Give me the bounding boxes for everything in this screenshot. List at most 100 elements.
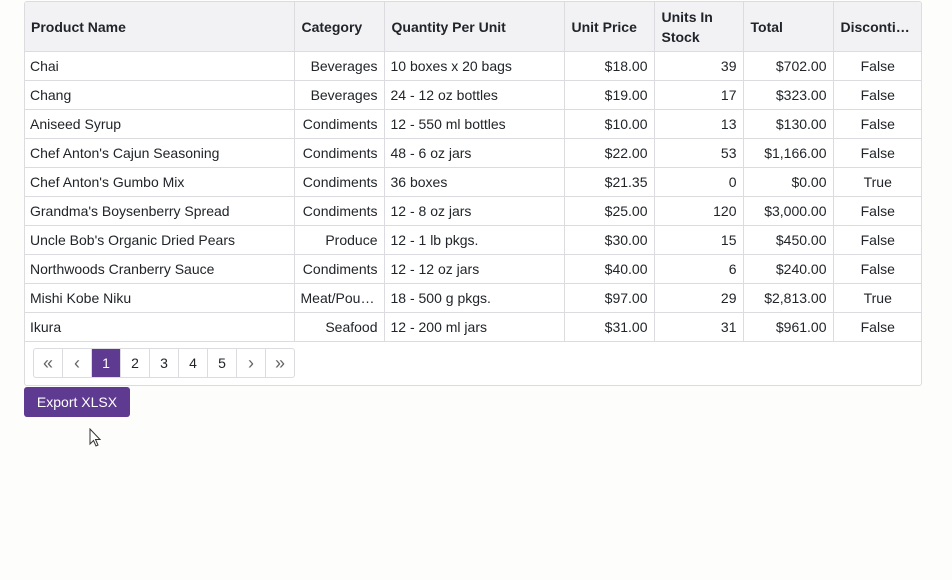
first-page-button[interactable]: « xyxy=(34,349,63,377)
cell-product-name: Uncle Bob's Organic Dried Pears xyxy=(25,225,295,255)
cell-unit-price: $18.00 xyxy=(564,51,655,81)
cell-unit-price: $40.00 xyxy=(564,254,655,284)
cell-quantity-per-unit: 12 - 12 oz jars xyxy=(384,254,565,284)
export-xlsx-button[interactable]: Export XLSX xyxy=(24,387,130,417)
cell-unit-price: $25.00 xyxy=(564,196,655,226)
pager: « ‹ 1 2 3 4 5 › » xyxy=(33,348,295,378)
cell-discontinued: False xyxy=(833,196,921,226)
cell-product-name: Aniseed Syrup xyxy=(25,109,295,139)
cell-quantity-per-unit: 10 boxes x 20 bags xyxy=(384,51,565,81)
table-row[interactable]: Chef Anton's Gumbo Mix Condiments 36 boxes… xyxy=(25,167,921,197)
cell-discontinued: False xyxy=(833,225,921,255)
prev-page-button[interactable]: ‹ xyxy=(63,349,92,377)
cell-units-in-stock: 120 xyxy=(654,196,744,226)
products-table: Product Name Category Quantity Per Unit … xyxy=(25,2,921,342)
cell-total: $240.00 xyxy=(743,254,834,284)
cell-category: Condiments xyxy=(294,109,385,139)
cell-units-in-stock: 15 xyxy=(654,225,744,255)
header-row: Product Name Category Quantity Per Unit … xyxy=(25,2,921,52)
cell-discontinued: False xyxy=(833,51,921,81)
table-row[interactable]: Chai Beverages 10 boxes x 20 bags $18.00 39 $… xyxy=(25,51,921,81)
cell-total: $3,000.00 xyxy=(743,196,834,226)
cell-product-name: Northwoods Cranberry Sauce xyxy=(25,254,295,284)
cell-product-name: Chai xyxy=(25,51,295,81)
table-row[interactable]: Chang Beverages 24 - 12 oz bottles $19.00 17… xyxy=(25,80,921,110)
cell-quantity-per-unit: 12 - 8 oz jars xyxy=(384,196,565,226)
next-page-button[interactable]: › xyxy=(237,349,266,377)
cell-unit-price: $22.00 xyxy=(564,138,655,168)
cell-quantity-per-unit: 12 - 200 ml jars xyxy=(384,312,565,342)
cell-discontinued: True xyxy=(833,167,921,197)
cell-quantity-per-unit: 36 boxes xyxy=(384,167,565,197)
cell-units-in-stock: 29 xyxy=(654,283,744,313)
table-row[interactable]: Grandma's Boysenberry Spread Condiments 12… xyxy=(25,196,921,226)
cell-units-in-stock: 31 xyxy=(654,312,744,342)
cell-discontinued: False xyxy=(833,254,921,284)
table-row[interactable]: Uncle Bob's Organic Dried Pears Produce 12… xyxy=(25,225,921,255)
cell-discontinued: True xyxy=(833,283,921,313)
cell-total: $1,166.00 xyxy=(743,138,834,168)
cell-category: Condiments xyxy=(294,167,385,197)
page-button-2[interactable]: 2 xyxy=(121,349,150,377)
header-quantity-per-unit[interactable]: Quantity Per Unit xyxy=(384,2,565,52)
cell-total: $961.00 xyxy=(743,312,834,342)
cell-total: $450.00 xyxy=(743,225,834,255)
cell-unit-price: $21.35 xyxy=(564,167,655,197)
table-row[interactable]: Mishi Kobe Niku Meat/Poultry 18 - 500 g pk… xyxy=(25,283,921,313)
cell-units-in-stock: 53 xyxy=(654,138,744,168)
table-row[interactable]: Ikura Seafood 12 - 200 ml jars $31.00 31 $961… xyxy=(25,312,921,342)
cell-category: Produce xyxy=(294,225,385,255)
header-units-in-stock[interactable]: Units In Stock xyxy=(654,2,744,52)
header-total[interactable]: Total xyxy=(743,2,834,52)
cell-discontinued: False xyxy=(833,312,921,342)
table-row[interactable]: Aniseed Syrup Condiments 12 - 550 ml bottl… xyxy=(25,109,921,139)
cell-total: $130.00 xyxy=(743,109,834,139)
mouse-cursor-icon xyxy=(89,428,102,447)
table-row[interactable]: Chef Anton's Cajun Seasoning Condiments 48… xyxy=(25,138,921,168)
cell-units-in-stock: 13 xyxy=(654,109,744,139)
cell-category: Beverages xyxy=(294,80,385,110)
cell-discontinued: False xyxy=(833,80,921,110)
page-button-3[interactable]: 3 xyxy=(150,349,179,377)
cell-category: Beverages xyxy=(294,51,385,81)
cell-total: $2,813.00 xyxy=(743,283,834,313)
cell-category: Meat/Poultry xyxy=(294,283,385,313)
header-unit-price[interactable]: Unit Price xyxy=(564,2,655,52)
cell-quantity-per-unit: 48 - 6 oz jars xyxy=(384,138,565,168)
cell-unit-price: $10.00 xyxy=(564,109,655,139)
cell-product-name: Chef Anton's Cajun Seasoning xyxy=(25,138,295,168)
cell-product-name: Grandma's Boysenberry Spread xyxy=(25,196,295,226)
table-row[interactable]: Northwoods Cranberry Sauce Condiments 12 -… xyxy=(25,254,921,284)
header-discontinued[interactable]: Discontinued xyxy=(833,2,921,52)
cell-quantity-per-unit: 18 - 500 g pkgs. xyxy=(384,283,565,313)
cell-unit-price: $30.00 xyxy=(564,225,655,255)
page-button-4[interactable]: 4 xyxy=(179,349,208,377)
page-button-1[interactable]: 1 xyxy=(92,349,121,377)
cell-unit-price: $19.00 xyxy=(564,80,655,110)
cell-units-in-stock: 17 xyxy=(654,80,744,110)
cell-total: $0.00 xyxy=(743,167,834,197)
cell-discontinued: False xyxy=(833,138,921,168)
cell-category: Condiments xyxy=(294,138,385,168)
header-product-name[interactable]: Product Name xyxy=(25,2,295,52)
cell-product-name: Chef Anton's Gumbo Mix xyxy=(25,167,295,197)
cell-total: $702.00 xyxy=(743,51,834,81)
cell-category: Condiments xyxy=(294,254,385,284)
cell-product-name: Mishi Kobe Niku xyxy=(25,283,295,313)
cell-unit-price: $31.00 xyxy=(564,312,655,342)
cell-product-name: Chang xyxy=(25,80,295,110)
cell-units-in-stock: 0 xyxy=(654,167,744,197)
cell-category: Condiments xyxy=(294,196,385,226)
page-button-5[interactable]: 5 xyxy=(208,349,237,377)
header-category[interactable]: Category xyxy=(294,2,385,52)
cell-discontinued: False xyxy=(833,109,921,139)
cell-total: $323.00 xyxy=(743,80,834,110)
cell-quantity-per-unit: 12 - 550 ml bottles xyxy=(384,109,565,139)
cell-units-in-stock: 39 xyxy=(654,51,744,81)
products-grid: Product Name Category Quantity Per Unit … xyxy=(24,1,922,386)
last-page-button[interactable]: » xyxy=(266,349,294,377)
cell-quantity-per-unit: 24 - 12 oz bottles xyxy=(384,80,565,110)
cell-product-name: Ikura xyxy=(25,312,295,342)
cell-units-in-stock: 6 xyxy=(654,254,744,284)
cell-quantity-per-unit: 12 - 1 lb pkgs. xyxy=(384,225,565,255)
